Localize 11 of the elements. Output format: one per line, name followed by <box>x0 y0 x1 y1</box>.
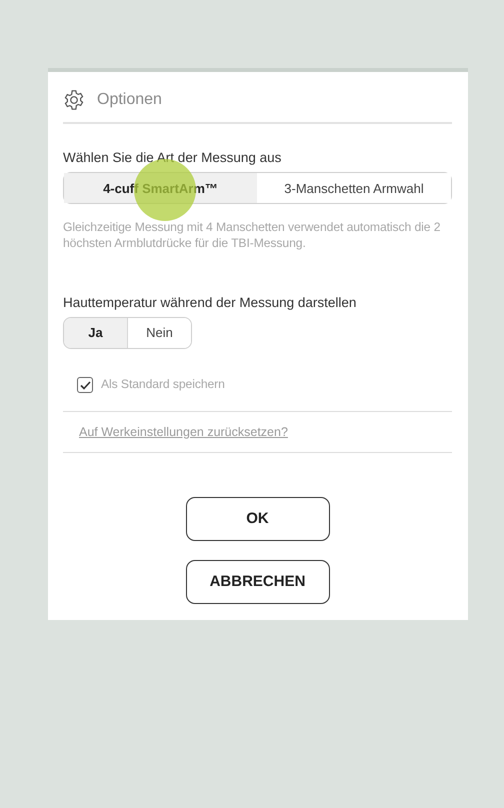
segment-option[interactable]: Ja <box>64 318 127 348</box>
check-icon <box>80 380 90 390</box>
help-text: Gleichzeitige Messung mit 4 Manschetten verwendet automatisch die 2 höchsten Armblutdrücke für die TBI-Messung. <box>63 220 442 251</box>
settings-icon <box>63 89 85 111</box>
section-label: Hauttemperatur während der Messung darstellen <box>63 294 358 312</box>
cancel-button[interactable]: ABBRECHEN <box>186 560 330 604</box>
ok-button[interactable]: OK <box>186 497 330 541</box>
checkbox-label: Als Standard speichern <box>101 377 225 393</box>
checkbox[interactable] <box>77 377 93 393</box>
dialog-title: Optionen <box>97 90 162 110</box>
segment-option[interactable]: Nein <box>127 318 191 348</box>
